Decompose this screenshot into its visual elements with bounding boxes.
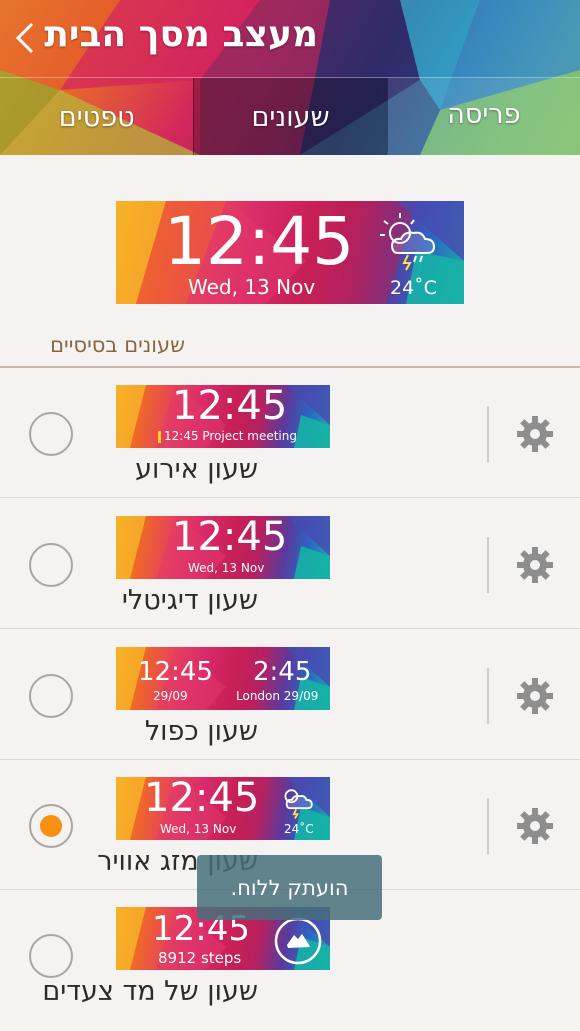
event-clock-thumbnail: 12:45 12:45 Project meeting — [116, 385, 330, 448]
clock-time: 12:45 — [144, 777, 260, 821]
section-title: שעונים בסיסיים — [50, 333, 185, 357]
shoe-icon — [274, 917, 322, 965]
weather-clock-thumbnail: 12:45 Wed, 13 Nov 24˚C — [116, 777, 330, 840]
clock-label: שעון של מד צעדים — [42, 976, 258, 1007]
tab-wallpapers[interactable]: טפטים — [0, 78, 193, 155]
remote-date: London 29/09 — [236, 689, 319, 703]
back-arrow-icon[interactable] — [10, 20, 40, 56]
weather-temp: 24˚C — [284, 822, 314, 836]
preview-date: Wed, 13 Nov — [188, 275, 316, 299]
vertical-divider — [487, 537, 489, 593]
remote-time: 2:45 — [253, 657, 312, 687]
vertical-divider — [487, 406, 489, 462]
event-text: 12:45 Project meeting — [164, 429, 297, 443]
clock-time: 12:45 — [172, 385, 288, 429]
clock-preview: 12:45 Wed, 13 Nov 24˚C — [116, 201, 464, 304]
list-item-digital-clock[interactable]: 12:45 Wed, 13 Nov שעון דיגיטלי — [0, 499, 580, 629]
clock-time: 12:45 — [172, 516, 288, 560]
event-marker — [158, 431, 161, 443]
gear-icon[interactable] — [516, 807, 554, 845]
list-item-event-clock[interactable]: 12:45 12:45 Project meeting שעון אירוע — [0, 368, 580, 498]
clock-date: Wed, 13 Nov — [160, 822, 237, 836]
tab-bar: פריסה שעונים טפטים — [0, 77, 580, 155]
local-time: 12:45 — [138, 657, 213, 687]
vertical-divider — [487, 798, 489, 854]
radio-button[interactable] — [29, 543, 73, 587]
preview-time: 12:45 — [164, 203, 355, 280]
clock-label: שעון דיגיטלי — [121, 585, 258, 616]
page-title: מעצב מסך הבית — [44, 14, 318, 55]
preview-temp: 24˚C — [390, 277, 437, 299]
radio-button[interactable] — [29, 934, 73, 978]
radio-button[interactable] — [29, 674, 73, 718]
clock-label: שעון כפול — [144, 716, 258, 747]
clock-date: Wed, 13 Nov — [188, 561, 265, 575]
gear-icon[interactable] — [516, 546, 554, 584]
step-count: 8912 steps — [158, 949, 242, 967]
radio-button-selected[interactable] — [29, 804, 73, 848]
vertical-divider — [487, 668, 489, 724]
digital-clock-thumbnail: 12:45 Wed, 13 Nov — [116, 516, 330, 579]
gear-icon[interactable] — [516, 677, 554, 715]
tab-layout[interactable]: פריסה — [386, 78, 580, 155]
clock-label: שעון אירוע — [135, 454, 258, 485]
gear-icon[interactable] — [516, 415, 554, 453]
app-header: מעצב מסך הבית פריסה שעונים טפטים — [0, 0, 580, 155]
local-date: 29/09 — [153, 689, 188, 703]
cloud-thunder-icon — [380, 213, 436, 271]
toast-message: הועתק ללוח. — [197, 855, 382, 920]
tab-clocks[interactable]: שעונים — [193, 78, 387, 155]
dual-clock-thumbnail: 12:45 29/09 2:45 London 29/09 — [116, 647, 330, 710]
radio-button[interactable] — [29, 412, 73, 456]
cloud-thunder-icon — [284, 789, 313, 819]
list-item-dual-clock[interactable]: 12:45 29/09 2:45 London 29/09 שעון כפול — [0, 630, 580, 760]
